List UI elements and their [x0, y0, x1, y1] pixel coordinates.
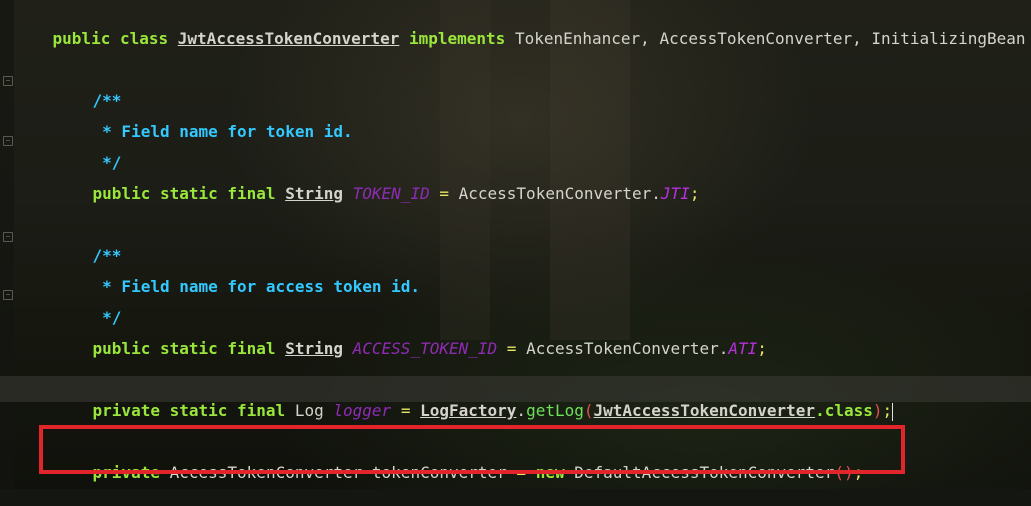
code-line-doc-close[interactable]: */: [54, 130, 121, 172]
class-literal: .class: [815, 401, 873, 420]
annotation-highlight-box: [39, 425, 905, 474]
code-line-token-id[interactable]: public static final String TOKEN_ID = Ac…: [54, 161, 700, 203]
text-cursor: [892, 402, 894, 421]
fold-icon[interactable]: −: [3, 232, 13, 242]
editor-gutter: [0, 0, 14, 489]
keyword: implements: [408, 29, 506, 48]
paren: ): [872, 401, 883, 420]
type-name[interactable]: String: [285, 184, 343, 203]
fold-icon[interactable]: −: [3, 76, 13, 86]
semicolon: ;: [689, 184, 700, 203]
doc-comment: * Field name for access token id.: [92, 277, 421, 296]
code-line-logger[interactable]: private static final Log logger = LogFac…: [54, 378, 894, 421]
modifiers: public static final: [92, 184, 276, 203]
code-line-doc-close[interactable]: */: [54, 285, 121, 327]
operator: =: [506, 339, 517, 358]
constant-ref: ATI: [728, 339, 758, 358]
dot: .: [516, 401, 527, 420]
constant-name: TOKEN_ID: [352, 184, 430, 203]
code-line-doc-open[interactable]: /**: [54, 68, 122, 110]
fold-icon[interactable]: −: [3, 290, 13, 300]
interface-list: TokenEnhancer, AccessTokenConverter, Ini…: [514, 29, 1026, 48]
keyword: class: [119, 29, 169, 48]
code-line-class-declaration[interactable]: public class JwtAccessTokenConverter imp…: [14, 6, 1026, 48]
modifiers: private static final: [92, 401, 286, 420]
type-name[interactable]: String: [285, 339, 343, 358]
doc-comment: * Field name for token id.: [92, 122, 353, 141]
class-reference[interactable]: LogFactory: [420, 401, 516, 420]
method-name[interactable]: getLog: [526, 401, 584, 420]
code-line-doc-text[interactable]: * Field name for access token id.: [54, 254, 420, 296]
modifiers: public static final: [92, 339, 276, 358]
operator: =: [400, 401, 411, 420]
owner-class: AccessTokenConverter.: [526, 339, 729, 358]
code-line-doc-open[interactable]: /**: [54, 223, 122, 265]
constant-ref: JTI: [660, 184, 690, 203]
field-name: logger: [333, 401, 392, 420]
code-line-access-token-id[interactable]: public static final String ACCESS_TOKEN_…: [54, 316, 767, 358]
type-name: Log: [294, 401, 324, 420]
class-reference[interactable]: JwtAccessTokenConverter: [594, 401, 816, 420]
keyword: public: [52, 29, 111, 48]
paren: (: [583, 401, 594, 420]
class-name[interactable]: JwtAccessTokenConverter: [178, 29, 400, 48]
fold-icon[interactable]: −: [3, 136, 13, 146]
owner-class: AccessTokenConverter.: [458, 184, 661, 203]
semicolon: ;: [757, 339, 767, 358]
operator: =: [439, 184, 449, 203]
constant-name: ACCESS_TOKEN_ID: [352, 339, 498, 358]
code-line-doc-text[interactable]: * Field name for token id.: [54, 99, 352, 141]
semicolon: ;: [882, 401, 893, 420]
